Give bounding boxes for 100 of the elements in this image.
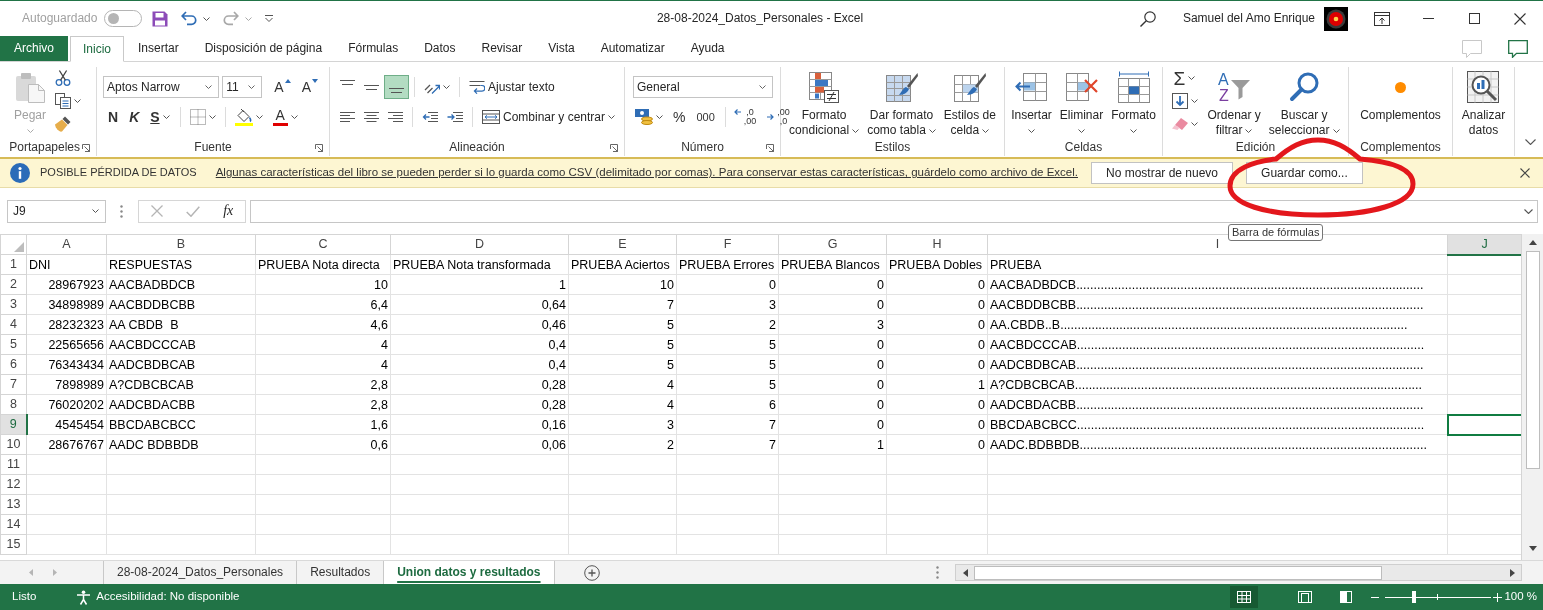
ribbon-tab[interactable]: Vista xyxy=(535,36,588,61)
dialog-launcher-button[interactable] xyxy=(764,141,776,154)
format-as-table-button[interactable]: Dar formato como tabla xyxy=(864,67,939,138)
row-header[interactable]: 1 xyxy=(0,254,27,275)
table-cell: 0,64 xyxy=(390,294,569,315)
wrap-text-button[interactable]: Ajustar texto xyxy=(465,75,559,99)
row-header[interactable]: 3 xyxy=(0,294,27,315)
active-cell[interactable] xyxy=(1447,414,1521,435)
format-cells-button[interactable]: Formato xyxy=(1108,67,1159,138)
table-cell: AADCBDACBB.................................................................................................... xyxy=(987,394,1448,415)
ribbon-tab[interactable]: Ayuda xyxy=(677,36,738,61)
thousands-separator-button[interactable]: 000 xyxy=(691,105,720,129)
dialog-launcher-button[interactable] xyxy=(608,141,620,154)
insert-cells-button[interactable]: Insertar xyxy=(1008,67,1055,138)
italic-button[interactable]: K xyxy=(124,105,145,129)
row-header[interactable]: 14 xyxy=(0,514,27,535)
table-cell: PRUEBA Nota transformada xyxy=(390,254,569,275)
column-header[interactable]: J xyxy=(1447,234,1521,255)
share-button[interactable] xyxy=(1508,39,1528,58)
font-name-field[interactable]: Aptos Narrow xyxy=(103,76,220,98)
font-size-field[interactable]: 11 xyxy=(222,76,263,98)
wrap-text-icon xyxy=(469,80,485,94)
ribbon-tab[interactable]: Datos xyxy=(411,36,469,61)
table-cell: PRUEBA Dobles xyxy=(886,254,988,275)
down-triangle-icon xyxy=(1528,545,1537,551)
delete-cells-button[interactable]: Eliminar xyxy=(1056,67,1107,138)
table-cell: 7 xyxy=(568,294,677,315)
bold-button[interactable]: N xyxy=(103,105,124,129)
row-header[interactable]: 13 xyxy=(0,494,27,515)
dialog-launcher-button[interactable] xyxy=(80,141,92,154)
font-color-button[interactable]: A xyxy=(267,105,303,129)
expand-formula-bar-button[interactable] xyxy=(1524,208,1533,214)
analyze-data-button[interactable]: Analizar datos xyxy=(1458,67,1509,138)
dialog-launcher-button[interactable] xyxy=(313,141,325,154)
normal-view-button[interactable] xyxy=(1230,586,1259,608)
column-header[interactable]: F xyxy=(676,234,779,255)
row-header[interactable]: 8 xyxy=(0,394,27,415)
sheet-tab[interactable]: Union datos y resultados xyxy=(383,561,555,584)
bottom-align-button[interactable] xyxy=(384,75,409,99)
column-header[interactable]: E xyxy=(568,234,677,255)
column-header[interactable]: H xyxy=(886,234,988,255)
column-header[interactable]: D xyxy=(390,234,569,255)
column-header[interactable]: A xyxy=(26,234,107,255)
table-cell: 0 xyxy=(676,274,779,295)
name-box[interactable]: J9 xyxy=(7,199,106,223)
merge-center-button[interactable]: Combinar y centrar xyxy=(478,105,620,129)
row-header[interactable]: 12 xyxy=(0,474,27,495)
insert-function-button[interactable]: fx xyxy=(219,201,238,221)
table-cell: 0 xyxy=(778,414,887,435)
ribbon-display-icon xyxy=(1374,11,1390,26)
ribbon-tab[interactable]: Automatizar xyxy=(587,36,678,61)
column-header[interactable]: G xyxy=(778,234,887,255)
row-header[interactable]: 7 xyxy=(0,374,27,395)
row-header[interactable]: 2 xyxy=(0,274,27,295)
row-header[interactable]: 6 xyxy=(0,354,27,375)
table-cell: PRUEBA Nota directa xyxy=(255,254,391,275)
ribbon-tab[interactable]: Insertar xyxy=(125,36,192,61)
grow-font-button[interactable]: A xyxy=(269,75,296,99)
table-cell: AACBDDBCBB.................................................................................................... xyxy=(987,294,1448,315)
find-select-button[interactable]: Buscar y seleccionar xyxy=(1265,67,1343,138)
shrink-font-button[interactable]: A xyxy=(296,75,323,99)
autosum-button[interactable]: Σ xyxy=(1168,67,1203,89)
cell-styles-button[interactable]: Estilos de celda xyxy=(940,67,999,138)
scrollbar-thumb[interactable] xyxy=(974,565,1382,580)
zoom-level[interactable]: 100 % xyxy=(1504,590,1537,604)
formula-input[interactable] xyxy=(250,199,1538,223)
vertical-scrollbar[interactable] xyxy=(1521,234,1543,560)
save-as-button[interactable]: Guardar como... xyxy=(1246,162,1363,184)
add-ins-button[interactable]: Complementos xyxy=(1357,67,1444,123)
row-header[interactable]: 11 xyxy=(0,454,27,475)
underline-button[interactable]: S xyxy=(145,105,175,129)
sort-filter-button[interactable]: A Z Ordenar y filtrar xyxy=(1204,67,1264,138)
number-format-field[interactable]: General xyxy=(633,76,773,98)
zoom-in-button[interactable] xyxy=(1492,590,1503,604)
table-cell: 0 xyxy=(886,414,988,435)
file-menu-tab[interactable]: Archivo xyxy=(0,36,68,61)
row-header[interactable]: 5 xyxy=(0,334,27,355)
zoom-slider-thumb[interactable] xyxy=(1412,591,1416,603)
scrollbar-thumb[interactable] xyxy=(1525,251,1540,469)
row-header[interactable]: 4 xyxy=(0,314,27,335)
accessibility-button[interactable]: Accesibilidad: No disponible xyxy=(76,589,240,605)
row-header[interactable]: 9 xyxy=(0,414,27,435)
increase-decimal-button[interactable]: ,0 ,00 xyxy=(730,105,762,129)
ribbon-tab[interactable]: Inicio xyxy=(70,36,124,62)
ribbon-tab[interactable]: Revisar xyxy=(468,36,536,61)
percent-button[interactable]: % xyxy=(668,105,691,129)
column-header[interactable]: C xyxy=(255,234,391,255)
column-header[interactable]: B xyxy=(106,234,256,255)
warning-message-link[interactable]: Algunas características del libro se pueden perder si lo guarda como CSV (delimitado por comas). Para conservar estas características, guárdelo como archivo de Excel. xyxy=(215,166,1078,180)
table-cell: 0 xyxy=(886,294,988,315)
horizontal-scrollbar[interactable] xyxy=(955,564,1522,581)
row-header[interactable]: 15 xyxy=(0,534,27,555)
ribbon-tab[interactable]: Disposición de página xyxy=(191,36,336,61)
top-align-icon xyxy=(340,80,355,85)
table-cell: 1,6 xyxy=(255,414,391,435)
row-header[interactable]: 10 xyxy=(0,434,27,455)
user-name[interactable]: Samuel del Amo Enrique xyxy=(1182,11,1315,26)
collapse-ribbon-button[interactable] xyxy=(1523,136,1537,148)
dont-show-again-button[interactable]: No mostrar de nuevo xyxy=(1091,162,1234,184)
ribbon-tab[interactable]: Fórmulas xyxy=(335,36,412,61)
